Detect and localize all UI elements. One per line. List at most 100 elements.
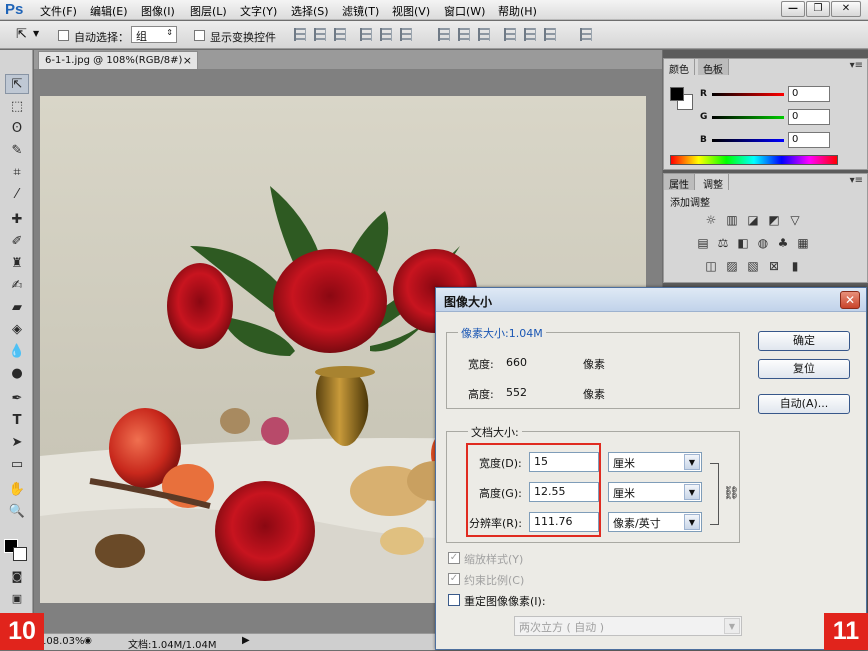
selective-color-icon[interactable]: ⊠ bbox=[767, 260, 781, 272]
show-transform-checkbox[interactable] bbox=[194, 30, 205, 41]
tool-preset-chevron-icon[interactable]: ▼ bbox=[33, 29, 39, 38]
menu-edit[interactable]: 编辑(E) bbox=[90, 3, 128, 19]
channel-g-slider[interactable] bbox=[712, 116, 784, 119]
channel-b-input[interactable]: 0 bbox=[788, 132, 830, 148]
menu-window[interactable]: 窗口(W) bbox=[444, 3, 485, 19]
screen-mode-icon[interactable]: ▣ bbox=[5, 589, 29, 609]
resolution-input[interactable]: 111.76 bbox=[529, 512, 599, 532]
move-tool-icon[interactable]: ⇱ bbox=[5, 74, 29, 94]
type-tool-icon[interactable]: T bbox=[5, 411, 29, 431]
auto-select-dropdown[interactable]: 组 ⇕ bbox=[131, 26, 177, 43]
distribute-vcenter-icon[interactable] bbox=[458, 28, 470, 41]
channel-b-slider[interactable] bbox=[712, 139, 784, 142]
restore-button[interactable]: ❐ bbox=[806, 1, 830, 17]
eyedropper-tool-icon[interactable]: ⁄ bbox=[5, 185, 29, 205]
zoom-level[interactable]: 108.03% bbox=[40, 636, 85, 647]
tab-properties[interactable]: 属性 bbox=[664, 174, 695, 191]
zoom-tool-icon[interactable]: 🔍 bbox=[5, 502, 29, 522]
scale-styles-checkbox[interactable]: ✓ bbox=[448, 552, 460, 564]
menu-view[interactable]: 视图(V) bbox=[392, 3, 430, 19]
distribute-bottom-icon[interactable] bbox=[478, 28, 490, 41]
align-left-icon[interactable] bbox=[360, 28, 372, 41]
doc-width-input[interactable]: 15 bbox=[529, 452, 599, 472]
shape-tool-icon[interactable]: ▭ bbox=[5, 455, 29, 475]
blur-tool-icon[interactable]: 💧 bbox=[5, 342, 29, 362]
resolution-unit-select[interactable]: 像素/英寸 ▼ bbox=[608, 512, 702, 532]
distribute-top-icon[interactable] bbox=[438, 28, 450, 41]
channel-r-input[interactable]: 0 bbox=[788, 86, 830, 102]
quick-mask-icon[interactable]: ◙ bbox=[5, 567, 29, 587]
ok-button[interactable]: 确定 bbox=[758, 331, 850, 351]
pen-tool-icon[interactable]: ✒ bbox=[5, 389, 29, 409]
document-tab[interactable]: 6-1-1.jpg @ 108%(RGB/8#) × bbox=[38, 51, 198, 69]
auto-align-icon[interactable] bbox=[580, 28, 592, 41]
clone-stamp-tool-icon[interactable]: ♜ bbox=[5, 254, 29, 274]
brush-tool-icon[interactable]: ✐ bbox=[5, 232, 29, 252]
channel-mixer-icon[interactable]: ♣ bbox=[776, 237, 790, 249]
menu-select[interactable]: 选择(S) bbox=[291, 3, 329, 19]
tab-swatches[interactable]: 色板 bbox=[698, 59, 729, 76]
menu-type[interactable]: 文字(Y) bbox=[240, 3, 277, 19]
menu-layer[interactable]: 图层(L) bbox=[190, 3, 227, 19]
align-hcenter-icon[interactable] bbox=[380, 28, 392, 41]
curves-icon[interactable]: ◪ bbox=[746, 214, 760, 226]
tab-adjustments[interactable]: 调整 bbox=[698, 174, 729, 191]
paint-bucket-tool-icon[interactable]: ◈ bbox=[5, 320, 29, 340]
align-top-icon[interactable] bbox=[294, 28, 306, 41]
distribute-left-icon[interactable] bbox=[504, 28, 516, 41]
channel-r-slider[interactable] bbox=[712, 93, 784, 96]
eraser-tool-icon[interactable]: ▰ bbox=[5, 298, 29, 318]
levels-icon[interactable]: ▥ bbox=[725, 214, 739, 226]
background-color-swatch[interactable] bbox=[13, 547, 27, 561]
brightness-icon[interactable]: ☼ bbox=[704, 214, 718, 226]
align-bottom-icon[interactable] bbox=[334, 28, 346, 41]
hue-saturation-icon[interactable]: ▤ bbox=[696, 237, 710, 249]
color-spectrum-bar[interactable] bbox=[670, 155, 838, 165]
move-tool-icon[interactable]: ⇱ bbox=[16, 27, 27, 42]
posterize-icon[interactable]: ▨ bbox=[725, 260, 739, 272]
reset-button[interactable]: 复位 bbox=[758, 359, 850, 379]
resample-method-select[interactable]: 两次立方 ( 自动 ) ▼ bbox=[514, 616, 742, 636]
crop-tool-icon[interactable]: ⌗ bbox=[5, 163, 29, 183]
doc-height-unit-select[interactable]: 厘米 ▼ bbox=[608, 482, 702, 502]
vibrance-icon[interactable]: ▽ bbox=[788, 214, 802, 226]
hand-tool-icon[interactable]: ✋ bbox=[5, 480, 29, 500]
menu-help[interactable]: 帮助(H) bbox=[498, 3, 537, 19]
lasso-tool-icon[interactable]: ʘ bbox=[5, 119, 29, 139]
minimize-button[interactable]: — bbox=[781, 1, 805, 17]
panel-menu-icon[interactable]: ▾≡ bbox=[850, 175, 863, 186]
align-vcenter-icon[interactable] bbox=[314, 28, 326, 41]
quick-select-tool-icon[interactable]: ✎ bbox=[5, 141, 29, 161]
panel-menu-icon[interactable]: ▾≡ bbox=[850, 60, 863, 71]
dialog-titlebar[interactable]: 图像大小 ✕ bbox=[436, 288, 866, 312]
menu-filter[interactable]: 滤镜(T) bbox=[342, 3, 379, 19]
threshold-icon[interactable]: ▧ bbox=[746, 260, 760, 272]
constrain-proportions-checkbox[interactable]: ✓ bbox=[448, 573, 460, 585]
photo-filter-icon[interactable]: ◍ bbox=[756, 237, 770, 249]
history-brush-tool-icon[interactable]: ✍ bbox=[5, 276, 29, 296]
healing-brush-tool-icon[interactable]: ✚ bbox=[5, 210, 29, 230]
foreground-color-swatch[interactable] bbox=[670, 87, 684, 101]
distribute-hcenter-icon[interactable] bbox=[524, 28, 536, 41]
menu-image[interactable]: 图像(I) bbox=[141, 3, 175, 19]
marquee-tool-icon[interactable]: ⬚ bbox=[5, 97, 29, 117]
doc-width-unit-select[interactable]: 厘米 ▼ bbox=[608, 452, 702, 472]
exposure-icon[interactable]: ◩ bbox=[767, 214, 781, 226]
align-right-icon[interactable] bbox=[400, 28, 412, 41]
black-white-icon[interactable]: ◧ bbox=[736, 237, 750, 249]
close-app-button[interactable]: ✕ bbox=[831, 1, 861, 17]
path-select-tool-icon[interactable]: ➤ bbox=[5, 433, 29, 453]
distribute-right-icon[interactable] bbox=[544, 28, 556, 41]
channel-g-input[interactable]: 0 bbox=[788, 109, 830, 125]
invert-icon[interactable]: ◫ bbox=[704, 260, 718, 272]
status-info-icon[interactable]: ◉ bbox=[84, 636, 92, 646]
resample-checkbox[interactable] bbox=[448, 594, 460, 606]
dodge-tool-icon[interactable]: ● bbox=[5, 364, 29, 384]
gradient-map-icon[interactable]: ▮ bbox=[788, 260, 802, 272]
status-menu-arrow-icon[interactable]: ▶ bbox=[242, 635, 250, 646]
color-lookup-icon[interactable]: ▦ bbox=[796, 237, 810, 249]
dialog-close-button[interactable]: ✕ bbox=[840, 291, 860, 309]
menu-file[interactable]: 文件(F) bbox=[40, 3, 77, 19]
auto-select-checkbox[interactable] bbox=[58, 30, 69, 41]
doc-height-input[interactable]: 12.55 bbox=[529, 482, 599, 502]
